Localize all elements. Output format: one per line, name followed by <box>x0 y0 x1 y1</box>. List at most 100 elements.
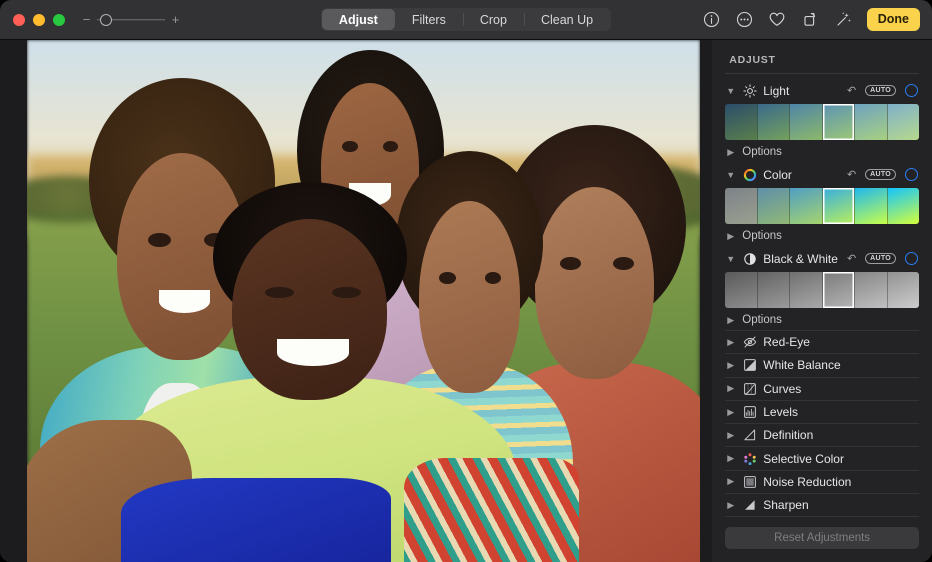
chevron-down-icon[interactable]: ▼ <box>725 254 736 264</box>
zoom-out-icon[interactable]: − <box>82 13 91 26</box>
minimize-window-button[interactable] <box>33 14 45 26</box>
close-window-button[interactable] <box>13 14 25 26</box>
options-label: Options <box>742 146 782 158</box>
auto-enhance-wand-icon[interactable] <box>834 10 853 29</box>
zoom-window-button[interactable] <box>53 14 65 26</box>
edited-photo[interactable] <box>27 40 700 562</box>
variant-thumb[interactable] <box>854 272 886 308</box>
item-label: Sharpen <box>763 498 808 512</box>
group-header-black-and-white[interactable]: ▼ Black & White ↶ AUTO <box>725 246 919 271</box>
item-label: Noise Reduction <box>763 475 851 489</box>
enable-toggle-black-and-white[interactable] <box>905 252 918 265</box>
adjust-item-noise-reduction[interactable]: ▶ Noise Reduction <box>725 470 919 493</box>
variant-thumb[interactable] <box>887 104 919 140</box>
variant-thumb[interactable] <box>725 104 756 140</box>
variant-thumb[interactable] <box>757 188 789 224</box>
reset-adjustments-button[interactable]: Reset Adjustments <box>725 527 919 549</box>
auto-button-color[interactable]: AUTO <box>865 169 896 181</box>
favorite-heart-icon[interactable] <box>768 10 787 29</box>
variant-thumb[interactable] <box>887 188 919 224</box>
photos-edit-window: − + Adjust Filters Crop Clean Up <box>0 0 932 562</box>
chevron-right-icon[interactable]: ▶ <box>725 500 736 511</box>
definition-icon <box>742 428 757 443</box>
zoom-in-icon[interactable]: + <box>171 13 180 26</box>
revert-icon[interactable]: ↶ <box>844 84 859 97</box>
chevron-right-icon[interactable]: ▶ <box>725 383 736 394</box>
adjust-item-selective-color[interactable]: ▶ Selective Color <box>725 446 919 469</box>
selective-color-icon <box>742 451 757 466</box>
chevron-right-icon[interactable]: ▶ <box>725 231 736 242</box>
item-label: Selective Color <box>763 452 844 466</box>
rotate-icon[interactable] <box>801 10 820 29</box>
chevron-right-icon[interactable]: ▶ <box>725 453 736 464</box>
enable-toggle-light[interactable] <box>905 84 918 97</box>
tab-clean-up[interactable]: Clean Up <box>524 9 610 30</box>
tab-filters[interactable]: Filters <box>395 9 463 30</box>
toolbar-actions: Done <box>702 8 932 31</box>
variant-thumb[interactable] <box>854 104 886 140</box>
zoom-slider-track[interactable] <box>97 13 165 26</box>
variant-thumb-selected[interactable] <box>822 104 854 140</box>
auto-button-light[interactable]: AUTO <box>865 85 896 97</box>
options-row-color[interactable]: ▶ Options <box>725 226 919 246</box>
variant-thumb[interactable] <box>757 272 789 308</box>
group-header-color[interactable]: ▼ <box>725 162 919 187</box>
adjust-item-definition[interactable]: ▶ Definition <box>725 423 919 446</box>
variant-thumb[interactable] <box>854 188 886 224</box>
color-variant-strip[interactable] <box>725 188 919 224</box>
group-header-light[interactable]: ▼ Light ↶ AUTO <box>725 78 919 103</box>
chevron-right-icon[interactable]: ▶ <box>725 430 736 441</box>
zoom-slider-control[interactable]: − + <box>82 13 180 26</box>
chevron-right-icon[interactable]: ▶ <box>725 407 736 418</box>
item-label: Red-Eye <box>763 335 810 349</box>
sidebar-footer: Reset Adjustments <box>712 519 932 562</box>
light-variant-strip[interactable] <box>725 104 919 140</box>
red-eye-icon <box>742 335 757 350</box>
variant-thumb[interactable] <box>789 188 821 224</box>
variant-thumb[interactable] <box>725 272 756 308</box>
tab-crop[interactable]: Crop <box>463 9 524 30</box>
adjust-item-sharpen[interactable]: ▶ Sharpen <box>725 493 919 516</box>
revert-icon[interactable]: ↶ <box>844 252 859 265</box>
adjust-group-black-and-white: ▼ Black & White ↶ AUTO <box>725 246 919 330</box>
adjust-item-curves[interactable]: ▶ Curves <box>725 377 919 400</box>
edit-mode-tabs: Adjust Filters Crop Clean Up <box>321 8 611 31</box>
adjust-item-red-eye[interactable]: ▶ Red-Eye <box>725 330 919 353</box>
editor-body: ADJUST ▼ Light ↶ <box>0 40 932 562</box>
more-options-icon[interactable] <box>735 10 754 29</box>
variant-thumb[interactable] <box>757 104 789 140</box>
variant-thumb-selected[interactable] <box>822 272 854 308</box>
options-row-light[interactable]: ▶ Options <box>725 142 919 162</box>
done-button[interactable]: Done <box>867 8 920 31</box>
brightness-sun-icon <box>742 83 757 98</box>
group-label-color: Color <box>763 168 838 182</box>
enable-toggle-color[interactable] <box>905 168 918 181</box>
photo-canvas[interactable] <box>0 40 712 562</box>
photo-pattern-pants <box>404 458 579 562</box>
chevron-right-icon[interactable]: ▶ <box>725 360 736 371</box>
auto-button-black-and-white[interactable]: AUTO <box>865 253 896 265</box>
chevron-down-icon[interactable]: ▼ <box>725 170 736 180</box>
variant-thumb[interactable] <box>887 272 919 308</box>
chevron-right-icon[interactable]: ▶ <box>725 476 736 487</box>
variant-thumb-selected[interactable] <box>822 188 854 224</box>
chevron-right-icon[interactable]: ▶ <box>725 147 736 158</box>
revert-icon[interactable]: ↶ <box>844 168 859 181</box>
chevron-right-icon[interactable]: ▶ <box>725 337 736 348</box>
adjust-item-levels[interactable]: ▶ Levels <box>725 400 919 423</box>
white-balance-icon <box>742 358 757 373</box>
options-label: Options <box>742 230 782 242</box>
variant-thumb[interactable] <box>789 104 821 140</box>
adjust-item-white-balance[interactable]: ▶ White Balance <box>725 353 919 376</box>
options-row-black-and-white[interactable]: ▶ Options <box>725 310 919 330</box>
black-and-white-variant-strip[interactable] <box>725 272 919 308</box>
tab-adjust[interactable]: Adjust <box>322 9 395 30</box>
variant-thumb[interactable] <box>725 188 756 224</box>
chevron-right-icon[interactable]: ▶ <box>725 315 736 326</box>
zoom-slider-knob[interactable] <box>100 14 112 26</box>
photo-container[interactable] <box>27 40 700 562</box>
adjust-list[interactable]: ▼ Light ↶ AUTO <box>712 73 932 519</box>
chevron-down-icon[interactable]: ▼ <box>725 86 736 96</box>
info-icon[interactable] <box>702 10 721 29</box>
variant-thumb[interactable] <box>789 272 821 308</box>
